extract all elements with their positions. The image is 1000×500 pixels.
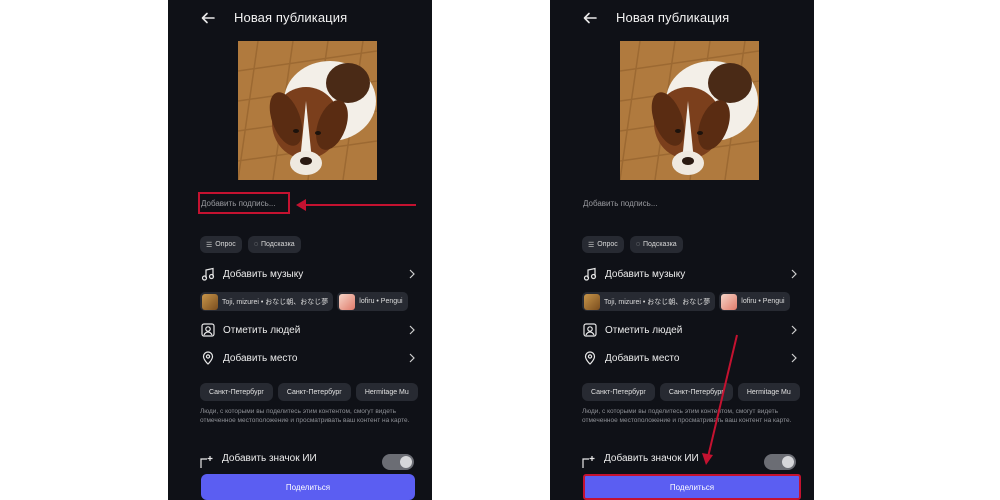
ai-label-text: Добавить значок ИИ (222, 452, 317, 464)
location-privacy-note: Люди, с которыми вы поделитесь этим конт… (582, 408, 792, 424)
post-photo (238, 41, 377, 180)
tag-people-row[interactable]: Отметить людей (200, 320, 416, 340)
add-music-row[interactable]: Добавить музыку (582, 264, 798, 284)
post-photo (620, 41, 759, 180)
poll-chip[interactable]: ☰ Опрос (200, 236, 242, 253)
add-place-row[interactable]: Добавить место (200, 348, 416, 368)
location-privacy-note: Люди, с которыми вы поделитесь этим конт… (200, 408, 410, 424)
place-chip[interactable]: Hermitage Mu (355, 383, 418, 401)
music-suggestion-item[interactable]: Toji, mizurei • おなじ朝、おなじ夢 (200, 292, 334, 311)
poll-chip[interactable]: ☰ Опрос (582, 236, 624, 253)
phone-screen-before: Новая публикация Добавить подпись... ☰ О… (168, 0, 432, 500)
add-music-row[interactable]: Добавить музыку (200, 264, 416, 284)
ai-label-text: Добавить значок ИИ (604, 452, 699, 464)
music-suggestion-label: Toji, mizurei • おなじ朝、おなじ夢 (604, 298, 711, 306)
poll-icon: ☰ (206, 241, 213, 249)
music-suggestions: Toji, mizurei • おなじ朝、おなじ夢 lofiru • Pengu… (200, 292, 408, 311)
album-art (202, 293, 218, 310)
ai-label-icon (200, 455, 214, 469)
tutorial-stage: Новая публикация Добавить подпись... ☰ О… (0, 0, 1000, 500)
option-chips: ☰ Опрос ◌ Подсказка (200, 236, 301, 253)
ai-label-row: Добавить значок ИИ (200, 448, 414, 470)
tag-people-label: Отметить людей (605, 324, 683, 336)
ai-label-toggle[interactable] (764, 454, 796, 470)
album-art (339, 293, 356, 310)
share-button[interactable]: Поделиться (583, 474, 801, 500)
album-art (584, 293, 600, 310)
music-note-icon (582, 266, 598, 282)
music-note-icon (200, 266, 216, 282)
tag-people-icon (582, 322, 598, 338)
poll-label: Опрос (597, 241, 618, 248)
page-title: Новая публикация (234, 10, 348, 25)
place-chip[interactable]: Санкт-Петербург (582, 383, 655, 401)
place-chip[interactable]: Санкт-Петербург (659, 383, 733, 401)
chevron-right-icon (408, 325, 416, 335)
poll-label: Опрос (215, 241, 236, 248)
place-suggestions: Санкт-Петербург Санкт-Петербург Hermitag… (200, 383, 418, 401)
hint-chip[interactable]: ◌ Подсказка (629, 236, 683, 253)
place-suggestions: Санкт-Петербург Санкт-Петербург Hermitag… (582, 383, 800, 401)
back-arrow-icon[interactable] (200, 10, 216, 26)
ai-label-toggle[interactable] (382, 454, 414, 470)
tag-people-row[interactable]: Отметить людей (582, 320, 798, 340)
add-place-label: Добавить место (605, 352, 680, 364)
music-suggestion-item[interactable]: lofiru • Pengui (337, 292, 408, 311)
chevron-right-icon (408, 353, 416, 363)
caption-input[interactable]: Добавить подпись... (583, 197, 658, 211)
chevron-right-icon (408, 269, 416, 279)
music-suggestion-item[interactable]: lofiru • Pengui (719, 292, 790, 311)
music-suggestion-item[interactable]: Toji, mizurei • おなじ朝、おなじ夢 (582, 292, 716, 311)
share-button[interactable]: Поделиться (201, 474, 415, 500)
header: Новая публикация (168, 8, 432, 28)
place-chip[interactable]: Hermitage Mu (737, 383, 800, 401)
chevron-right-icon (790, 353, 798, 363)
music-suggestion-label: lofiru • Pengui (741, 298, 785, 305)
phone-screen-after: Новая публикация Добавить подпись... ☰ О… (550, 0, 814, 500)
location-pin-icon (200, 350, 216, 366)
tag-people-icon (200, 322, 216, 338)
music-suggestion-label: Toji, mizurei • おなじ朝、おなじ夢 (222, 298, 329, 306)
place-chip[interactable]: Санкт-Петербург (200, 383, 273, 401)
add-music-label: Добавить музыку (605, 268, 686, 280)
option-chips: ☰ Опрос ◌ Подсказка (582, 236, 683, 253)
music-suggestions: Toji, mizurei • おなじ朝、おなじ夢 lofiru • Pengu… (582, 292, 790, 311)
chevron-right-icon (790, 325, 798, 335)
music-suggestion-label: lofiru • Pengui (359, 298, 403, 305)
place-chip[interactable]: Санкт-Петербург (277, 383, 351, 401)
annotation-arrows (296, 199, 738, 465)
location-pin-icon (582, 350, 598, 366)
chevron-right-icon (790, 269, 798, 279)
caption-highlight-box (198, 192, 290, 214)
album-art (721, 293, 738, 310)
header: Новая публикация (550, 8, 814, 28)
add-place-label: Добавить место (223, 352, 298, 364)
add-music-label: Добавить музыку (223, 268, 304, 280)
hint-chip[interactable]: ◌ Подсказка (247, 236, 301, 253)
back-arrow-icon[interactable] (582, 10, 598, 26)
hint-icon: ◌ (253, 241, 258, 248)
tag-people-label: Отметить людей (223, 324, 301, 336)
ai-label-icon (582, 455, 596, 469)
hint-icon: ◌ (635, 241, 640, 248)
add-place-row[interactable]: Добавить место (582, 348, 798, 368)
ai-label-row: Добавить значок ИИ (582, 448, 796, 470)
page-title: Новая публикация (616, 10, 730, 25)
hint-label: Подсказка (642, 241, 677, 248)
poll-icon: ☰ (588, 241, 595, 249)
hint-label: Подсказка (260, 241, 295, 248)
